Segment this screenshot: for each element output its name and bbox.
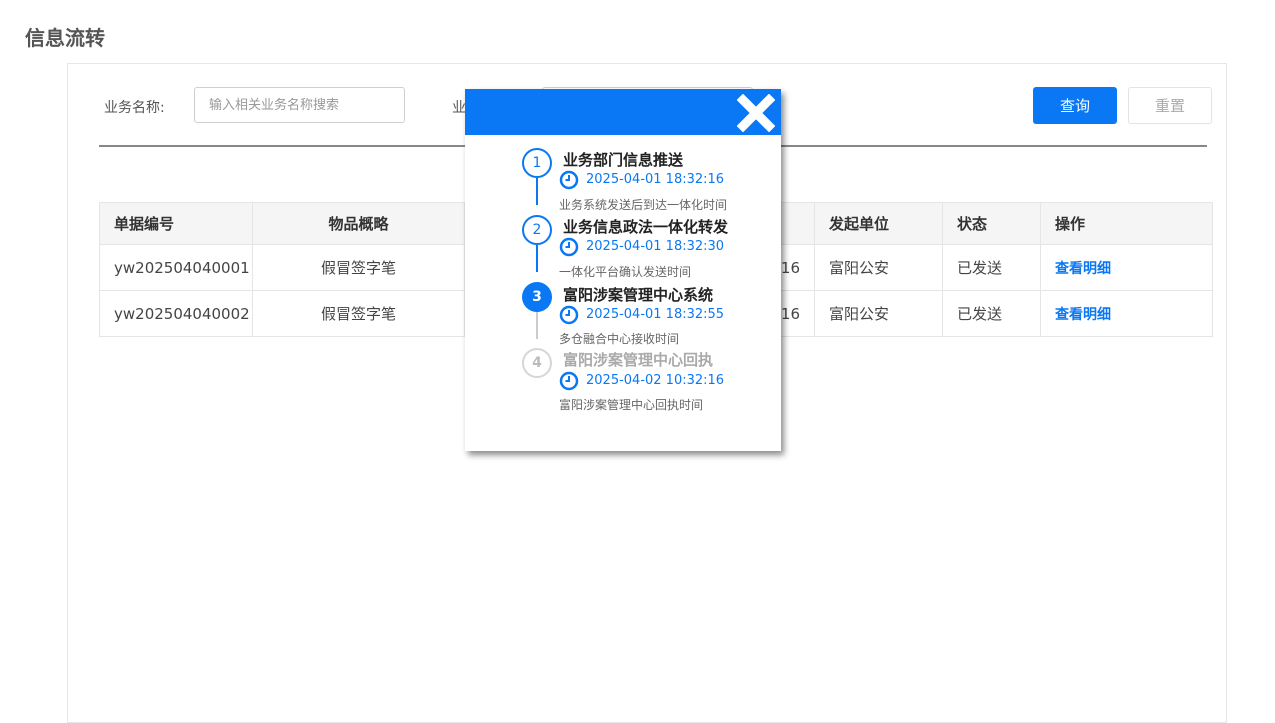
step-time: 2025-04-01 18:32:16	[586, 172, 725, 187]
header-summary: 物品概略	[252, 202, 465, 245]
business-name-label: 业务名称:	[104, 100, 165, 116]
header-unit: 发起单位	[814, 202, 943, 245]
clock-icon	[559, 237, 579, 257]
cell-id: yw202504040001	[99, 244, 253, 291]
timeline-line-1	[536, 178, 538, 205]
step-desc: 多仓融合中心接收时间	[559, 332, 680, 346]
step-number-circle: 3	[522, 282, 552, 312]
step-time: 2025-04-01 18:32:55	[586, 307, 725, 322]
modal-header	[465, 89, 781, 135]
step-time: 2025-04-01 18:32:30	[586, 239, 725, 254]
step-number-circle: 2	[522, 215, 552, 245]
clock-icon	[559, 305, 579, 325]
close-button[interactable]	[736, 93, 776, 133]
business-name-input[interactable]	[194, 87, 405, 123]
clock-icon	[559, 371, 579, 391]
view-detail-link[interactable]: 查看明细	[1055, 307, 1111, 323]
cell-id: yw202504040002	[99, 290, 253, 337]
cell-summary: 假冒签字笔	[252, 290, 465, 337]
step-title: 富阳涉案管理中心系统	[563, 286, 714, 304]
close-icon	[736, 93, 776, 133]
cell-status: 已发送	[942, 290, 1041, 337]
cell-status: 已发送	[942, 244, 1041, 291]
flow-modal: 1 业务部门信息推送 2025-04-01 18:32:16 业务系统发送后到达…	[465, 89, 781, 451]
step-desc: 一体化平台确认发送时间	[559, 265, 692, 279]
header-status: 状态	[942, 202, 1041, 245]
step-title: 富阳涉案管理中心回执	[563, 351, 714, 369]
header-action: 操作	[1040, 202, 1213, 245]
cell-action: 查看明细	[1040, 244, 1213, 291]
timeline-line-2	[536, 245, 538, 272]
cell-summary: 假冒签字笔	[252, 244, 465, 291]
step-time: 2025-04-02 10:32:16	[586, 373, 725, 388]
business-type-label: 业	[452, 100, 466, 116]
step-title: 业务部门信息推送	[563, 151, 684, 169]
header-id: 单据编号	[99, 202, 253, 245]
step-title: 业务信息政法一体化转发	[563, 218, 729, 236]
query-button[interactable]: 查询	[1033, 87, 1117, 124]
view-detail-link[interactable]: 查看明细	[1055, 261, 1111, 277]
cell-unit: 富阳公安	[814, 244, 943, 291]
cell-unit: 富阳公安	[814, 290, 943, 337]
clock-icon	[559, 170, 579, 190]
page-title: 信息流转	[25, 26, 105, 50]
step-number-circle: 4	[522, 348, 552, 378]
reset-button[interactable]: 重置	[1128, 87, 1212, 124]
step-desc: 业务系统发送后到达一体化时间	[559, 198, 728, 212]
timeline-line-3	[536, 312, 538, 339]
step-number-circle: 1	[522, 148, 552, 178]
cell-action: 查看明细	[1040, 290, 1213, 337]
step-desc: 富阳涉案管理中心回执时间	[559, 398, 704, 412]
